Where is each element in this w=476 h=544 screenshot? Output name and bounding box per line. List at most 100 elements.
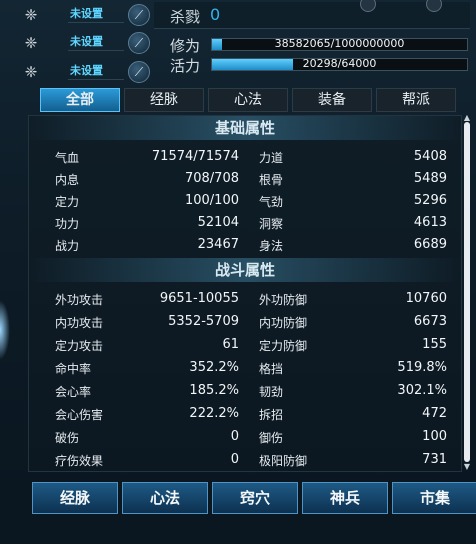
attribute-label: 战力 [55,239,80,253]
circle-icon [360,0,376,12]
attribute-label: 气劲 [259,195,284,209]
edit-slot-button[interactable]: ⟋ [128,32,150,54]
scrollbar[interactable] [464,122,470,462]
tab-meridians[interactable]: 经脉 [124,88,204,112]
attribute-label: 御伤 [259,431,284,445]
attribute-value: 71574/71574 [151,149,239,164]
glow-decoration [0,300,10,360]
attribute-label: 内功攻击 [55,316,104,330]
attribute-row: 气血 71574/71574 力道 5408 [29,146,461,168]
section-header-combat: 战斗属性 [29,258,461,282]
attribute-label: 韧劲 [259,385,284,399]
attribute-row: 外功攻击 9651-10055 外功防御 10760 [29,288,461,310]
slot-underline [68,50,124,51]
slot-underline [68,79,124,80]
equip-slot-2[interactable]: ❈ 未设置 ⟋ [22,32,152,54]
attribute-value: 472 [422,406,447,421]
attribute-value: 222.2% [189,406,239,421]
attribute-value: 5408 [413,149,447,164]
attribute-value: 10760 [405,291,447,306]
attribute-value: 708/708 [184,171,239,186]
kill-counter: 杀戮 0 [154,0,470,29]
slot-underline [68,22,124,23]
attribute-label: 破伤 [55,431,80,445]
attribute-value: 155 [422,337,447,352]
attribute-label: 气血 [55,151,80,165]
tab-mental-skills[interactable]: 心法 [208,88,288,112]
gem-icon: ❈ [24,63,38,81]
tab-guild[interactable]: 帮派 [376,88,456,112]
character-attributes-panel: ❈ 未设置 ⟋ ❈ 未设置 ⟋ ❈ 未设置 ⟋ 杀戮 0 修为 38582065… [0,0,476,544]
attribute-row: 内功攻击 5352-5709 内功防御 6673 [29,311,461,333]
edit-slot-button[interactable]: ⟋ [128,4,150,26]
market-button[interactable]: 市集 [392,482,476,514]
tab-all[interactable]: 全部 [40,88,120,112]
attribute-row: 会心率 185.2% 韧劲 302.1% [29,380,461,402]
equip-slot-3[interactable]: ❈ 未设置 ⟋ [22,61,152,83]
scrollbar-thumb[interactable] [464,122,470,462]
attribute-value: 0 [230,452,239,467]
acupoints-button[interactable]: 窍穴 [212,482,298,514]
attribute-row: 命中率 352.2% 格挡 519.8% [29,357,461,379]
attribute-label: 定力防御 [259,339,308,353]
attribute-value: 6689 [413,237,447,252]
attribute-label: 定力攻击 [55,339,104,353]
attribute-row: 功力 52104 洞察 4613 [29,212,461,234]
attribute-value: 185.2% [189,383,239,398]
vitality-bar: 20298/64000 [211,57,468,71]
slot-label: 未设置 [70,35,103,48]
attribute-value: 100 [422,429,447,444]
attribute-label: 功力 [55,217,80,231]
attribute-label: 洞察 [259,217,284,231]
attribute-value: 731 [422,452,447,467]
meridians-button[interactable]: 经脉 [32,482,118,514]
attribute-row: 疗伤效果 0 极阳防御 731 [29,449,461,471]
attribute-value: 519.8% [397,360,447,375]
attribute-label: 拆招 [259,408,284,422]
cultivation-bar: 38582065/1000000000 [211,37,468,51]
attribute-value: 5296 [413,193,447,208]
attribute-value: 352.2% [189,360,239,375]
attribute-label: 内息 [55,173,80,187]
vitality-value: 20298/64000 [302,57,377,70]
attribute-row: 定力攻击 61 定力防御 155 [29,334,461,356]
circle-icon [426,0,442,12]
attribute-value: 100/100 [184,193,239,208]
scroll-down-arrow-icon[interactable]: ▼ [462,463,472,471]
gem-icon: ❈ [24,6,38,24]
attribute-label: 力道 [259,151,284,165]
scroll-up-arrow-icon[interactable]: ▲ [462,114,472,122]
kill-value: 0 [210,5,221,24]
attribute-row: 战力 23467 身法 6689 [29,234,461,256]
cultivation-label: 修为 [170,37,201,55]
attribute-value: 302.1% [397,383,447,398]
attribute-label: 极阳防御 [259,454,308,468]
kill-label: 杀戮 [170,8,201,26]
vitality-label: 活力 [170,57,201,75]
attribute-value: 4613 [413,215,447,230]
attribute-value: 61 [222,337,239,352]
slot-label: 未设置 [70,7,103,20]
edit-slot-button[interactable]: ⟋ [128,61,150,83]
attribute-value: 6673 [413,314,447,329]
attribute-label: 疗伤效果 [55,454,104,468]
attribute-label: 身法 [259,239,284,253]
attribute-label: 会心伤害 [55,408,104,422]
attribute-label: 内功防御 [259,316,308,330]
attribute-label: 根骨 [259,173,284,187]
attribute-list: 基础属性 气血 71574/71574 力道 5408 内息 708/708 根… [28,115,462,472]
attribute-value: 5489 [413,171,447,186]
tab-equipment[interactable]: 装备 [292,88,372,112]
divine-weapon-button[interactable]: 神兵 [302,482,388,514]
mental-skills-button[interactable]: 心法 [122,482,208,514]
attribute-row: 内息 708/708 根骨 5489 [29,168,461,190]
gem-icon: ❈ [24,34,38,52]
equip-slot-1[interactable]: ❈ 未设置 ⟋ [22,4,152,26]
attribute-row: 定力 100/100 气劲 5296 [29,190,461,212]
attribute-value: 0 [230,429,239,444]
cultivation-value: 38582065/1000000000 [274,37,405,50]
attribute-label: 会心率 [55,385,92,399]
attribute-row: 会心伤害 222.2% 拆招 472 [29,403,461,425]
section-header-basic: 基础属性 [29,116,461,140]
attribute-value: 52104 [197,215,239,230]
